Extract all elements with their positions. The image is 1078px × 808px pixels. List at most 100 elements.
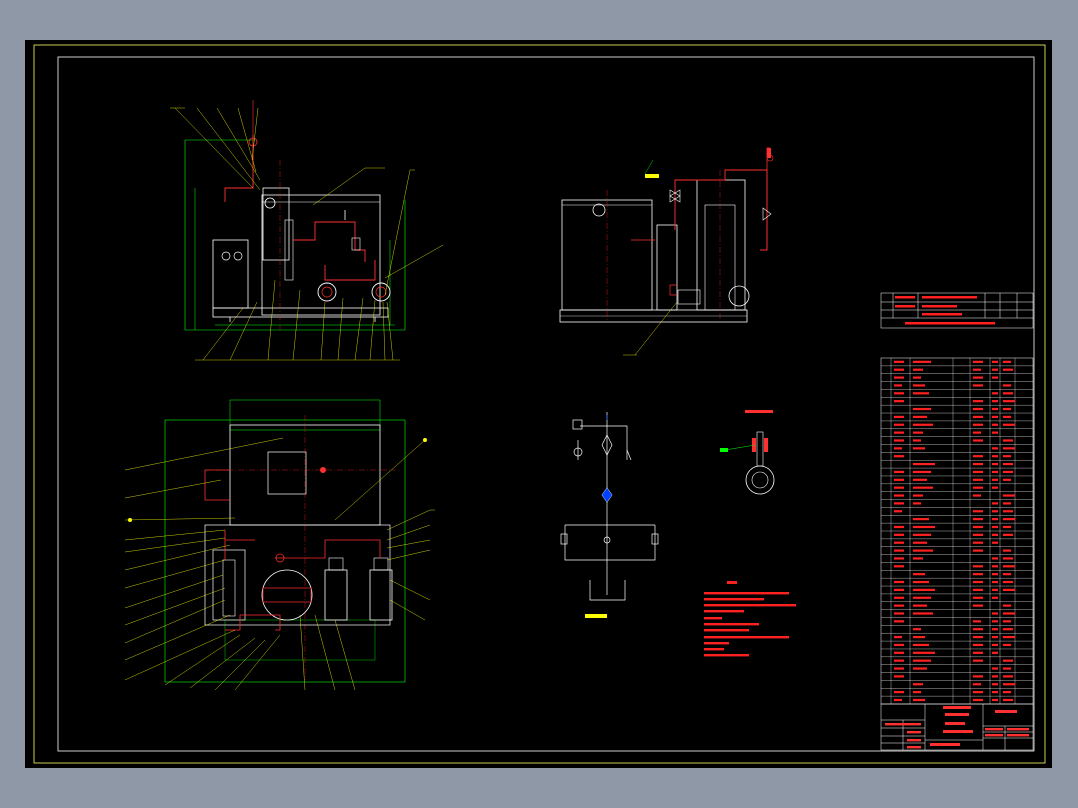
parts-list-cell-text <box>992 470 998 474</box>
parts-list-cell-text <box>1003 447 1015 450</box>
parts-list-cell-text <box>894 470 904 474</box>
parts-list-table <box>880 357 1034 705</box>
parts-list-cell-text <box>894 478 904 481</box>
parts-list-cell-text <box>992 415 998 418</box>
detail-view <box>720 410 775 495</box>
parts-list-cell-text <box>973 620 981 623</box>
parts-list-cell-text <box>913 478 927 481</box>
parts-list-cell-text <box>1003 368 1013 371</box>
parts-list-cell-text <box>973 518 983 521</box>
parts-list-cell-text <box>913 447 925 450</box>
parts-list-cell-text <box>992 675 998 678</box>
parts-list-cell-text <box>913 659 931 662</box>
parts-list-cell-text <box>992 643 998 647</box>
parts-list-cell-text <box>894 580 904 584</box>
parts-list-cell-text <box>992 557 998 560</box>
parts-list-cell-text <box>973 431 981 434</box>
parts-list-cell-text <box>1003 565 1015 568</box>
parts-list-cell-text <box>913 525 935 529</box>
parts-list-cell-text <box>913 588 935 591</box>
parts-list-cell-text <box>894 549 904 552</box>
parts-list-cell-text <box>894 620 904 623</box>
parts-list-cell-text <box>992 651 998 654</box>
parts-list-cell-text <box>992 683 998 686</box>
parts-list-cell-text <box>913 494 923 497</box>
parts-list-cell-text <box>913 462 935 466</box>
parts-list-cell-text <box>1003 470 1013 474</box>
parts-list-cell-text <box>913 368 923 371</box>
parts-list-cell-text <box>1003 510 1013 513</box>
parts-list-cell-text <box>973 525 983 529</box>
title-block <box>880 703 1034 751</box>
parts-list-cell-text <box>913 431 923 434</box>
parts-list-cell-text <box>894 384 902 387</box>
parts-list-cell-text <box>1003 691 1011 694</box>
parts-list-cell-text <box>913 533 931 536</box>
parts-list-cell-text <box>1003 502 1011 505</box>
parts-list-cell-text <box>992 628 998 631</box>
parts-list-cell-text <box>913 683 923 686</box>
parts-list-cell-text <box>992 447 998 450</box>
parts-list-cell-text <box>992 620 998 623</box>
parts-list-cell-text <box>992 462 998 466</box>
parts-list-cell-text <box>913 573 925 576</box>
parts-list-cell-text <box>973 415 983 418</box>
parts-list-cell-text <box>894 392 904 395</box>
parts-list-cell-text <box>913 691 921 694</box>
parts-list-cell-text <box>1003 573 1011 576</box>
parts-list-cell-text <box>1003 518 1015 521</box>
parts-list-cell-text <box>973 651 983 654</box>
parts-list-cell-text <box>992 580 998 584</box>
parts-list-cell-text <box>1003 400 1015 403</box>
parts-list-cell-text <box>973 596 983 599</box>
parts-list-cell-text <box>973 376 983 379</box>
parts-list-cell-text <box>992 423 998 426</box>
parts-list-cell-text <box>973 486 983 489</box>
parts-list-cell-text <box>913 486 933 489</box>
parts-list-cell-text <box>973 580 983 584</box>
parts-list-cell-text <box>913 423 933 426</box>
parts-list-cell-text <box>973 510 983 513</box>
parts-list-cell-text <box>913 651 935 654</box>
parts-list-cell-text <box>894 368 904 371</box>
parts-list-cell-text <box>992 541 998 544</box>
parts-list-cell-text <box>894 691 904 694</box>
parts-list-cell-text <box>992 360 998 363</box>
parts-list-cell-text <box>973 533 983 536</box>
parts-list-cell-text <box>894 431 904 434</box>
parts-list-cell-text <box>894 698 902 702</box>
parts-list-cell-text <box>1003 478 1011 481</box>
parts-list-cell-text <box>913 667 927 670</box>
parts-list-cell-text <box>992 612 998 615</box>
parts-list-cell-text <box>894 675 904 678</box>
parts-list-cell-text <box>894 423 904 426</box>
parts-list-cell-text <box>973 462 983 466</box>
parts-list-cell-text <box>992 667 998 670</box>
parts-list-cell-text <box>913 643 929 647</box>
side-elevation-view <box>559 147 774 356</box>
parts-list-cell-text <box>973 573 983 576</box>
parts-list-cell-text <box>973 691 983 694</box>
parts-list-cell-text <box>1003 549 1011 552</box>
parts-list-cell-text <box>894 541 904 544</box>
parts-list-cell-text <box>894 415 904 418</box>
parts-list-cell-text <box>992 565 998 568</box>
parts-list-cell-text <box>992 368 998 371</box>
parts-list-cell-text <box>973 628 983 631</box>
parts-list-cell-text <box>973 659 983 662</box>
parts-list-cell-text <box>1003 392 1013 395</box>
parts-list-cell-text <box>913 415 927 418</box>
parts-list-cell-text <box>913 439 921 442</box>
parts-list-cell-text <box>894 588 904 591</box>
parts-list-cell-text <box>913 384 925 387</box>
parts-list-cell-text <box>973 439 983 442</box>
parts-list-cell-text <box>913 612 933 615</box>
drawing-canvas <box>33 44 1046 764</box>
parts-list-cell-text <box>894 533 904 536</box>
inner-frame <box>57 56 1035 752</box>
parts-list-cell-text <box>1003 462 1013 466</box>
parts-list-cell-text <box>894 525 904 529</box>
parts-list-cell-text <box>1003 439 1013 442</box>
parts-list-cell-text <box>973 360 983 363</box>
parts-list-cell-text <box>913 580 929 584</box>
